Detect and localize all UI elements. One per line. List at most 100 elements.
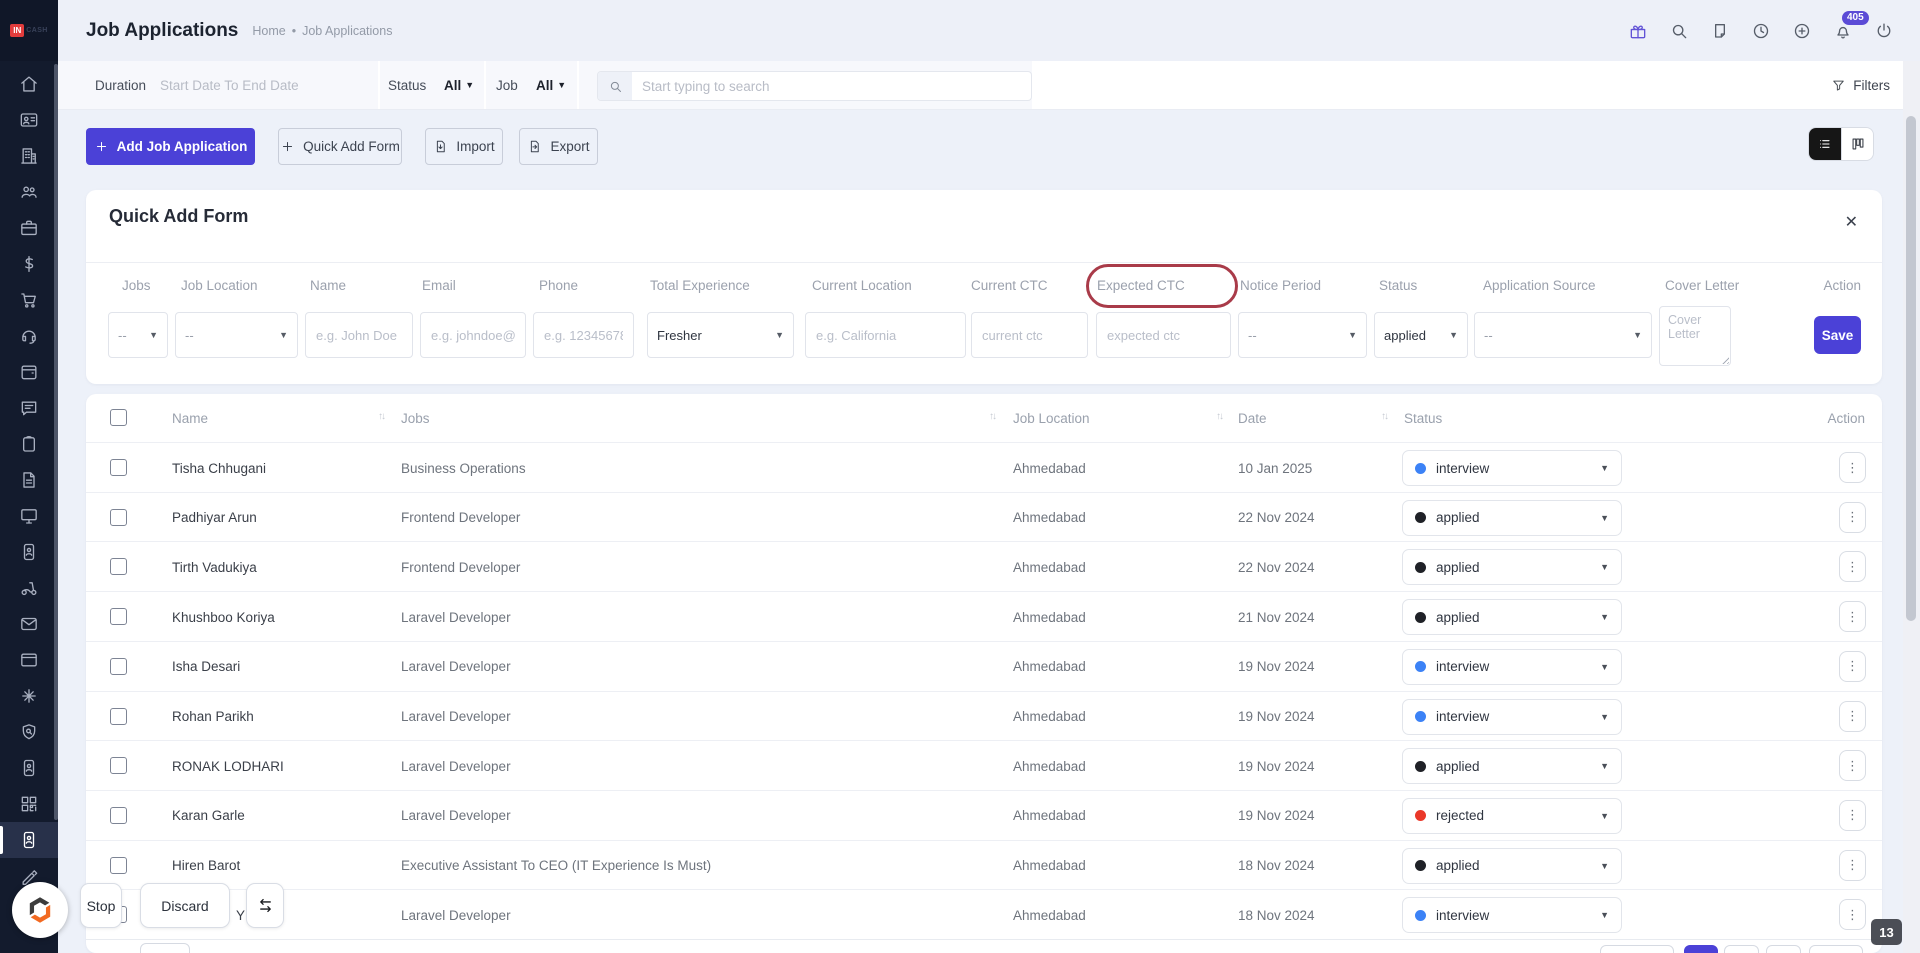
cover-letter-textarea[interactable] xyxy=(1659,306,1731,366)
status-dropdown[interactable]: applied ▼ xyxy=(1402,599,1622,636)
sidebar-item-file-text[interactable] xyxy=(0,462,58,498)
sidebar-item-mobile-user[interactable] xyxy=(0,750,58,786)
sidebar-scrollbar[interactable] xyxy=(54,64,58,820)
sidebar-item-building[interactable] xyxy=(0,138,58,174)
discard-button[interactable]: Discard xyxy=(140,883,230,928)
row-actions-button[interactable]: ⋮ xyxy=(1839,650,1866,682)
row-actions-button[interactable]: ⋮ xyxy=(1839,799,1866,831)
gift-button[interactable] xyxy=(1628,21,1648,41)
power-button[interactable] xyxy=(1874,21,1894,41)
column-header-jobs[interactable]: Jobs xyxy=(401,394,430,442)
status-dropdown[interactable]: interview ▼ xyxy=(1402,698,1622,735)
row-checkbox[interactable] xyxy=(110,657,127,675)
swap-button[interactable] xyxy=(246,883,284,928)
notes-button[interactable] xyxy=(1710,21,1730,41)
sidebar-item-home[interactable] xyxy=(0,66,58,102)
column-header-name[interactable]: Name xyxy=(172,394,208,442)
import-button[interactable]: Import xyxy=(425,128,503,165)
search-button[interactable] xyxy=(1669,21,1689,41)
expected-ctc-input[interactable] xyxy=(1096,312,1231,358)
row-actions-button[interactable]: ⋮ xyxy=(1839,551,1866,583)
select-all-checkbox[interactable] xyxy=(110,409,127,426)
per-page-select[interactable] xyxy=(140,943,190,953)
row-checkbox[interactable] xyxy=(110,459,127,476)
status-dropdown[interactable]: interview ▼ xyxy=(1402,648,1622,685)
sidebar-item-users[interactable] xyxy=(0,174,58,210)
row-actions-button[interactable]: ⋮ xyxy=(1839,700,1866,732)
sidebar-item-qr-code[interactable] xyxy=(0,786,58,822)
row-actions-button[interactable]: ⋮ xyxy=(1839,750,1866,782)
jobs-select[interactable]: -- ▼ xyxy=(108,312,168,358)
total-experience-select[interactable]: Fresher ▼ xyxy=(647,312,794,358)
sidebar-item-headset[interactable] xyxy=(0,318,58,354)
filters-button[interactable]: Filters xyxy=(1831,61,1890,109)
application-source-select[interactable]: -- ▼ xyxy=(1474,312,1652,358)
pagination-prev-button[interactable] xyxy=(1600,945,1674,953)
search-input[interactable] xyxy=(632,78,1031,94)
sidebar-item-mobile-user[interactable] xyxy=(0,822,58,858)
sidebar-item-shield-search[interactable] xyxy=(0,714,58,750)
pagination-page-button[interactable] xyxy=(1766,945,1801,953)
sort-icon[interactable]: ↑↓ xyxy=(378,411,386,422)
name-input[interactable] xyxy=(305,312,413,358)
notice-period-select[interactable]: -- ▼ xyxy=(1238,312,1367,358)
row-actions-button[interactable]: ⋮ xyxy=(1839,849,1866,881)
status-dropdown[interactable]: interview ▼ xyxy=(1402,897,1622,934)
status-dropdown[interactable]: rejected ▼ xyxy=(1402,797,1622,834)
row-actions-button[interactable]: ⋮ xyxy=(1839,899,1866,931)
row-checkbox[interactable] xyxy=(110,608,127,626)
breadcrumb-home[interactable]: Home xyxy=(252,24,285,38)
sidebar-item-monitor[interactable] xyxy=(0,498,58,534)
save-button[interactable]: Save xyxy=(1814,316,1861,354)
current-location-input[interactable] xyxy=(805,312,966,358)
add-job-application-button[interactable]: Add Job Application xyxy=(86,128,255,165)
sort-icon[interactable]: ↑↓ xyxy=(1381,411,1389,422)
sidebar-item-chat[interactable] xyxy=(0,390,58,426)
column-header-location[interactable]: Job Location xyxy=(1013,394,1090,442)
sidebar-item-mail[interactable] xyxy=(0,606,58,642)
sidebar-item-sparkle[interactable] xyxy=(0,678,58,714)
row-checkbox[interactable] xyxy=(110,757,127,775)
pagination-page-button[interactable] xyxy=(1684,945,1718,953)
sidebar-item-id-card[interactable] xyxy=(0,102,58,138)
row-actions-button[interactable]: ⋮ xyxy=(1839,452,1866,483)
sidebar-item-cart[interactable] xyxy=(0,282,58,318)
status-dropdown[interactable]: applied ▼ xyxy=(1402,499,1622,536)
quick-add-form-button[interactable]: Quick Add Form xyxy=(278,128,402,165)
sidebar-item-window[interactable] xyxy=(0,642,58,678)
close-icon[interactable]: ✕ xyxy=(1845,212,1858,232)
stop-button[interactable]: Stop xyxy=(80,883,122,928)
row-checkbox[interactable] xyxy=(110,558,127,576)
pagination-next-button[interactable] xyxy=(1809,945,1863,953)
row-checkbox[interactable] xyxy=(110,707,127,725)
export-button[interactable]: Export xyxy=(519,128,598,165)
app-logo[interactable]: IN CASH xyxy=(0,0,58,61)
window-scrollbar-thumb[interactable] xyxy=(1906,116,1916,621)
pagination-page-button[interactable] xyxy=(1724,945,1759,953)
row-checkbox[interactable] xyxy=(110,856,127,874)
sidebar-item-dollar[interactable] xyxy=(0,246,58,282)
recorder-logo-button[interactable] xyxy=(12,882,68,938)
row-actions-button[interactable]: ⋮ xyxy=(1839,601,1866,633)
sort-icon[interactable]: ↑↓ xyxy=(1216,411,1224,422)
sort-icon[interactable]: ↑↓ xyxy=(989,411,997,422)
duration-input[interactable] xyxy=(160,71,365,99)
status-dropdown[interactable]: applied ▼ xyxy=(1402,847,1622,884)
phone-input[interactable] xyxy=(533,312,634,358)
status-select[interactable]: applied ▼ xyxy=(1374,312,1468,358)
row-actions-button[interactable]: ⋮ xyxy=(1839,501,1866,533)
status-dropdown[interactable]: applied ▼ xyxy=(1402,549,1622,586)
job-filter-dropdown[interactable]: All ▼ xyxy=(536,61,566,109)
sidebar-item-mobile-user[interactable] xyxy=(0,534,58,570)
clock-button[interactable] xyxy=(1751,21,1771,41)
sidebar-item-briefcase[interactable] xyxy=(0,210,58,246)
row-checkbox[interactable] xyxy=(110,508,127,526)
status-filter-dropdown[interactable]: All ▼ xyxy=(444,61,474,109)
bell-button[interactable]: 405 xyxy=(1833,10,1869,41)
status-dropdown[interactable]: applied ▼ xyxy=(1402,748,1622,785)
column-header-date[interactable]: Date xyxy=(1238,394,1267,442)
sidebar-item-clipboard[interactable] xyxy=(0,426,58,462)
status-dropdown[interactable]: interview ▼ xyxy=(1402,450,1622,486)
list-view-toggle[interactable] xyxy=(1809,128,1841,160)
kanban-view-toggle[interactable] xyxy=(1841,128,1873,160)
